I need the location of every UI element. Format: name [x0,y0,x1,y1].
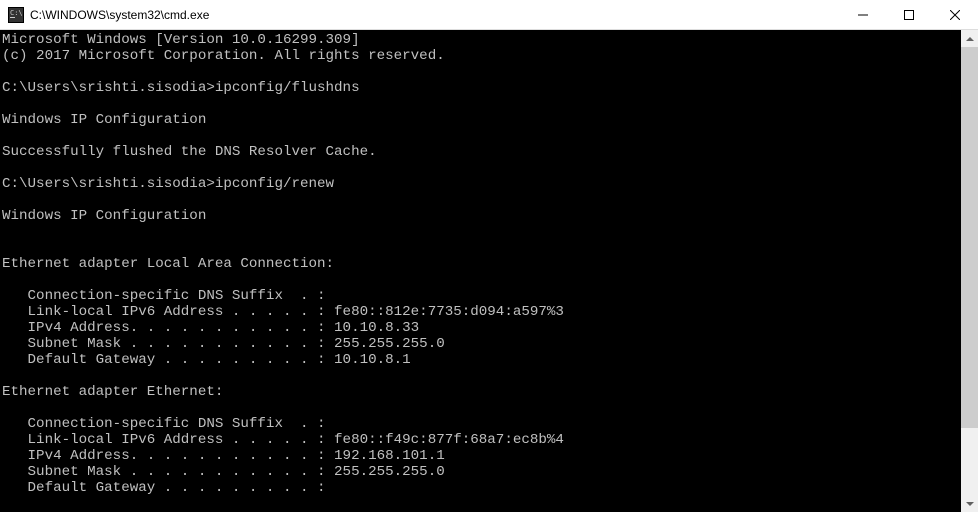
scroll-up-arrow-icon[interactable] [961,30,978,47]
svg-text:C:\: C:\ [10,9,23,17]
terminal-line: C:\Users\srishti.sisodia>ipconfig/flushd… [2,80,961,96]
window-title: C:\WINDOWS\system32\cmd.exe [30,8,840,22]
terminal-line: Connection-specific DNS Suffix . : [2,288,961,304]
terminal-line [2,64,961,80]
terminal-line [2,96,961,112]
titlebar[interactable]: C:\ C:\WINDOWS\system32\cmd.exe [0,0,978,30]
terminal-line: Link-local IPv6 Address . . . . . : fe80… [2,432,961,448]
terminal-line [2,224,961,240]
terminal-line: (c) 2017 Microsoft Corporation. All righ… [2,48,961,64]
terminal-line: Connection-specific DNS Suffix . : [2,416,961,432]
terminal-line: Subnet Mask . . . . . . . . . . . : 255.… [2,336,961,352]
terminal-line [2,192,961,208]
minimize-button[interactable] [840,0,886,29]
cmd-icon: C:\ [8,7,24,23]
terminal-line: Windows IP Configuration [2,112,961,128]
close-button[interactable] [932,0,978,29]
vertical-scrollbar[interactable] [961,30,978,512]
terminal-line [2,368,961,384]
terminal-line: Ethernet adapter Ethernet: [2,384,961,400]
terminal-line [2,240,961,256]
terminal-output[interactable]: Microsoft Windows [Version 10.0.16299.30… [0,30,961,512]
terminal-line: Default Gateway . . . . . . . . . : 10.1… [2,352,961,368]
terminal-line: Subnet Mask . . . . . . . . . . . : 255.… [2,464,961,480]
terminal-line: IPv4 Address. . . . . . . . . . . : 192.… [2,448,961,464]
terminal-line [2,128,961,144]
terminal-line: Successfully flushed the DNS Resolver Ca… [2,144,961,160]
window-controls [840,0,978,29]
terminal-line: Ethernet adapter Local Area Connection: [2,256,961,272]
scroll-thumb[interactable] [961,47,978,428]
terminal-line: IPv4 Address. . . . . . . . . . . : 10.1… [2,320,961,336]
scroll-track[interactable] [961,47,978,495]
terminal-line [2,160,961,176]
terminal-line: Microsoft Windows [Version 10.0.16299.30… [2,32,961,48]
terminal-line [2,400,961,416]
terminal-line [2,272,961,288]
terminal-line: Windows IP Configuration [2,208,961,224]
terminal-line: Default Gateway . . . . . . . . . : [2,480,961,496]
maximize-button[interactable] [886,0,932,29]
terminal-area: Microsoft Windows [Version 10.0.16299.30… [0,30,978,512]
scroll-down-arrow-icon[interactable] [961,495,978,512]
terminal-line: C:\Users\srishti.sisodia>ipconfig/renew [2,176,961,192]
terminal-line: Link-local IPv6 Address . . . . . : fe80… [2,304,961,320]
